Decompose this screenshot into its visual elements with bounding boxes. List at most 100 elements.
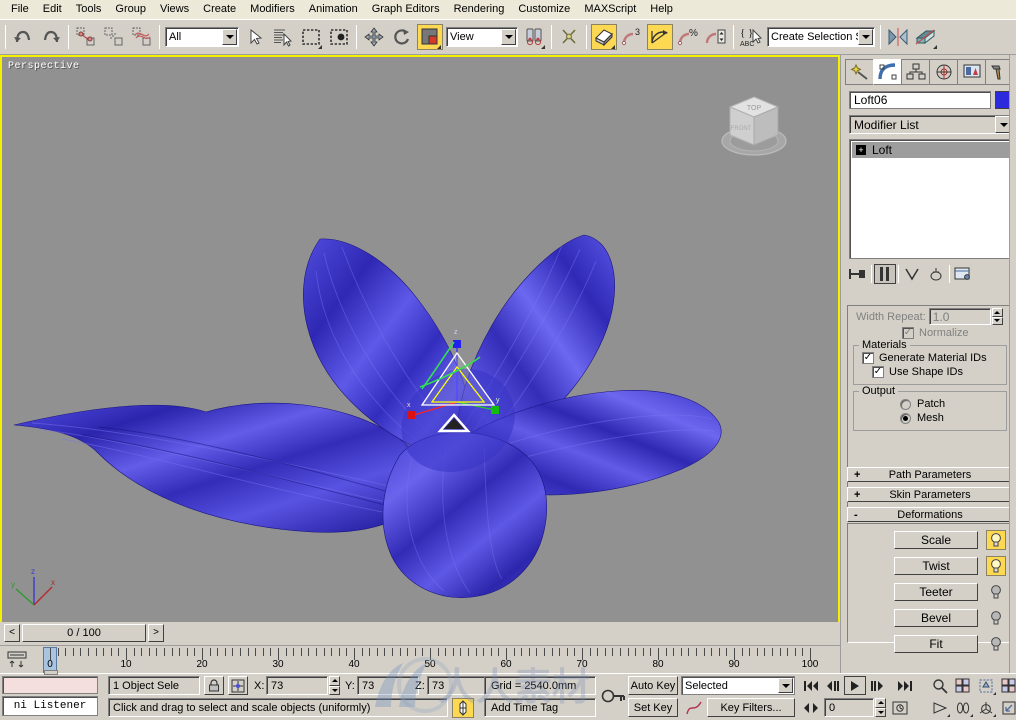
select-and-manipulate-button[interactable] bbox=[556, 24, 582, 50]
select-and-link-button[interactable] bbox=[73, 24, 99, 50]
zoom-extents-all-button[interactable] bbox=[997, 676, 1016, 696]
set-key-button[interactable]: Set Key bbox=[628, 698, 678, 717]
angle-snap-toggle-button[interactable]: 3 bbox=[619, 24, 645, 50]
remove-modifier-button[interactable] bbox=[925, 264, 947, 284]
make-unique-button[interactable] bbox=[901, 264, 923, 284]
scale-deformation-button[interactable]: Scale bbox=[894, 531, 978, 549]
fit-deformation-button[interactable]: Fit bbox=[894, 635, 978, 653]
chevron-down-icon[interactable] bbox=[858, 29, 873, 45]
zoom-extents-button[interactable] bbox=[974, 676, 997, 696]
key-filters-button[interactable]: Key Filters... bbox=[707, 698, 795, 717]
pin-stack-button[interactable] bbox=[847, 264, 869, 284]
current-frame-field[interactable]: 0 bbox=[824, 698, 874, 717]
unlink-selection-button[interactable] bbox=[101, 24, 127, 50]
selection-lock-toggle[interactable] bbox=[204, 676, 224, 695]
menu-item-modifiers[interactable]: Modifiers bbox=[243, 1, 302, 19]
maxscript-listener-input[interactable]: ni Listener bbox=[2, 696, 98, 716]
gizmo-y-handle[interactable] bbox=[491, 406, 499, 414]
redo-button[interactable] bbox=[38, 24, 64, 50]
gizmo-x-handle[interactable] bbox=[407, 411, 415, 419]
next-frame-button[interactable]: > bbox=[148, 624, 164, 642]
previous-frame-button[interactable]: < bbox=[4, 624, 20, 642]
width-repeat-spinner[interactable] bbox=[991, 308, 1003, 325]
teeter-enable-toggle[interactable] bbox=[986, 582, 1006, 602]
bevel-enable-toggle[interactable] bbox=[986, 608, 1006, 628]
command-panel-scrollbar[interactable] bbox=[1009, 55, 1016, 673]
menu-item-graph-editors[interactable]: Graph Editors bbox=[365, 1, 447, 19]
time-slider-field[interactable]: 0 / 100 bbox=[22, 624, 146, 642]
normalize-checkbox[interactable]: ✓ bbox=[902, 327, 914, 339]
bevel-deformation-button[interactable]: Bevel bbox=[894, 609, 978, 627]
menu-item-animation[interactable]: Animation bbox=[302, 1, 365, 19]
maximize-viewport-button[interactable] bbox=[997, 698, 1016, 718]
y-field[interactable]: 73 bbox=[357, 676, 419, 695]
gizmo-z-handle[interactable] bbox=[453, 340, 461, 348]
rollout-path-parameters[interactable]: + Path Parameters bbox=[847, 467, 1013, 482]
scale-enable-toggle[interactable] bbox=[986, 530, 1006, 550]
chevron-down-icon[interactable] bbox=[778, 678, 793, 693]
add-time-tag-key-button[interactable] bbox=[452, 698, 474, 718]
menu-item-create[interactable]: Create bbox=[196, 1, 243, 19]
time-configuration-button[interactable] bbox=[889, 698, 911, 717]
x-spinner[interactable] bbox=[329, 676, 340, 695]
z-field[interactable]: 73 bbox=[427, 676, 489, 695]
select-and-rotate-button[interactable] bbox=[389, 24, 415, 50]
menu-item-edit[interactable]: Edit bbox=[36, 1, 69, 19]
object-name-field[interactable]: Loft06 bbox=[849, 91, 991, 109]
select-object-button[interactable] bbox=[242, 24, 268, 50]
show-end-result-button[interactable] bbox=[874, 264, 896, 284]
twist-enable-toggle[interactable] bbox=[986, 556, 1006, 576]
rollout-skin-parameters[interactable]: + Skin Parameters bbox=[847, 487, 1013, 502]
modifier-list-dropdown[interactable]: Modifier List bbox=[849, 115, 1013, 134]
absolute-relative-transform-toggle[interactable] bbox=[228, 676, 248, 695]
frame-spinner[interactable] bbox=[875, 698, 886, 717]
previous-frame-button[interactable] bbox=[822, 676, 844, 695]
menu-item-rendering[interactable]: Rendering bbox=[447, 1, 512, 19]
chevron-down-icon[interactable] bbox=[501, 29, 516, 45]
select-and-move-button[interactable] bbox=[361, 24, 387, 50]
spinner-snap-toggle-button[interactable] bbox=[703, 24, 729, 50]
fit-enable-toggle[interactable] bbox=[986, 634, 1006, 654]
display-tab[interactable] bbox=[957, 59, 985, 85]
field-of-view-button[interactable] bbox=[928, 698, 951, 718]
zoom-all-button[interactable] bbox=[951, 676, 974, 696]
rectangular-selection-region-button[interactable] bbox=[298, 24, 324, 50]
use-pivot-point-center-button[interactable] bbox=[521, 24, 547, 50]
menu-item-group[interactable]: Group bbox=[108, 1, 153, 19]
key-selection-level-combo[interactable]: Selected bbox=[681, 676, 795, 695]
pan-button[interactable] bbox=[951, 698, 974, 718]
menu-item-maxscript[interactable]: MAXScript bbox=[577, 1, 643, 19]
select-and-uniform-scale-button[interactable] bbox=[417, 24, 443, 50]
hierarchy-tab[interactable] bbox=[901, 59, 929, 85]
go-to-end-button[interactable] bbox=[894, 676, 916, 695]
patch-radio[interactable] bbox=[900, 398, 911, 410]
teeter-deformation-button[interactable]: Teeter bbox=[894, 583, 978, 601]
menu-item-tools[interactable]: Tools bbox=[69, 1, 109, 19]
zoom-button[interactable] bbox=[928, 676, 951, 696]
viewport-3d-model[interactable]: z x y bbox=[2, 57, 838, 628]
set-key-filters-curve-button[interactable] bbox=[684, 698, 704, 717]
create-tab[interactable] bbox=[845, 59, 873, 85]
menu-item-file[interactable]: File bbox=[4, 1, 36, 19]
use-shape-ids-checkbox[interactable]: ✓ bbox=[872, 366, 884, 378]
width-repeat-field[interactable]: 1.0 bbox=[928, 308, 991, 325]
menu-item-customize[interactable]: Customize bbox=[511, 1, 577, 19]
menu-item-views[interactable]: Views bbox=[153, 1, 196, 19]
named-selection-set-combo[interactable]: Create Selection Set bbox=[767, 27, 875, 47]
go-to-start-button[interactable] bbox=[800, 676, 822, 695]
twist-deformation-button[interactable]: Twist bbox=[894, 557, 978, 575]
next-frame-button[interactable] bbox=[866, 676, 888, 695]
key-mode-toggle-button[interactable] bbox=[600, 676, 626, 716]
named-selection-sets-button[interactable]: { } ABC bbox=[738, 24, 764, 50]
snaps-toggle-button[interactable] bbox=[591, 24, 617, 50]
align-button[interactable] bbox=[913, 24, 939, 50]
arc-rotate-button[interactable] bbox=[974, 698, 997, 718]
mesh-radio[interactable] bbox=[900, 412, 911, 424]
play-animation-button[interactable] bbox=[844, 676, 866, 695]
auto-key-button[interactable]: Auto Key bbox=[628, 676, 678, 695]
modify-tab[interactable] bbox=[873, 59, 901, 85]
percent-snap-toggle-button[interactable] bbox=[647, 24, 673, 50]
modifier-stack[interactable]: + Loft bbox=[849, 139, 1013, 259]
perspective-viewport[interactable]: Perspective TOP FRONT z x y z y x bbox=[0, 55, 840, 630]
select-by-name-button[interactable] bbox=[270, 24, 296, 50]
